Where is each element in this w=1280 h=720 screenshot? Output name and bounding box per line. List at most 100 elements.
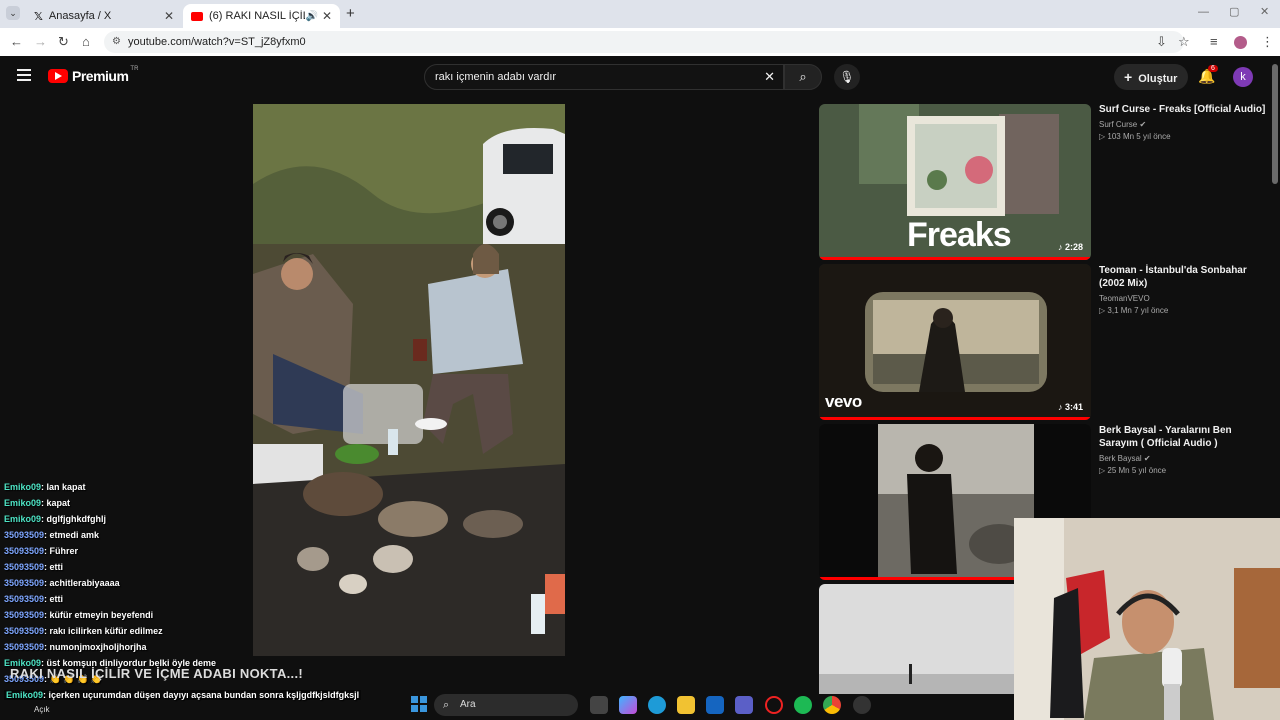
video-title[interactable]: Berk Baysal - Yaralarını Ben Sarayım ( O… <box>1099 424 1269 450</box>
chat-message: 35093509: Führer <box>4 546 79 556</box>
recommended-video-meta[interactable]: Teoman - İstanbul'da Sonbahar (2002 Mix)… <box>1099 264 1269 315</box>
hamburger-menu-icon[interactable] <box>17 69 31 81</box>
search-query: rakı içmenin adabı vardır <box>435 71 557 83</box>
taskbar-search[interactable]: ⌕ Ara <box>434 694 578 716</box>
notifications-button[interactable]: 🔔 6 <box>1198 65 1218 85</box>
stream-chat-overlay: Emiko09: lan kapat Emiko09: kapat Emiko0… <box>0 470 330 690</box>
close-icon[interactable]: ✕ <box>164 9 174 23</box>
chat-message: 35093509: achitlerabiyaaaa <box>4 578 120 588</box>
chat-message: Emiko09: dglfjghkdfghlj <box>4 514 107 524</box>
weather-label: Açık <box>34 705 50 714</box>
media-control-icon[interactable]: ≡ <box>1210 34 1218 49</box>
channel-name[interactable]: TeomanVEVO <box>1099 294 1269 303</box>
new-tab-button[interactable]: + <box>346 5 355 22</box>
page-scrollbar[interactable] <box>1272 64 1278 184</box>
recommended-thumbnail[interactable]: vevo ♪ 3:41 <box>819 264 1091 420</box>
chat-message: Emiko09: kapat <box>4 498 71 508</box>
outlook-icon[interactable] <box>706 696 724 714</box>
video-stats: ▷ 25 Mn 5 yıl önce <box>1099 466 1167 475</box>
voice-search-button[interactable]: 🎙 <box>834 64 860 90</box>
country-code: TR <box>130 66 139 72</box>
chat-message: 35093509: etti <box>4 562 64 572</box>
music-note-icon: ♪ <box>1057 402 1063 412</box>
url-field[interactable]: ⚙ youtube.com/watch?v=ST_jZ8yfxm0 <box>104 31 1184 53</box>
task-view-icon[interactable] <box>590 696 608 714</box>
forward-icon[interactable]: → <box>34 34 47 49</box>
tab-list-button[interactable]: ⌄ <box>6 6 20 20</box>
stream-caption: RAKI NASIL İÇİLİR VE İÇME ADABI NOKTA...… <box>10 666 304 681</box>
search-placeholder: Ara <box>460 699 476 710</box>
menu-kebab-icon[interactable]: ⋮ <box>1261 34 1274 50</box>
chat-message: 35093509: küfür etmeyin beyefendi <box>4 610 154 620</box>
back-icon[interactable]: ← <box>10 34 23 49</box>
youtube-play-icon <box>48 69 68 83</box>
chat-message: Emiko09: lan kapat <box>4 482 86 492</box>
clear-search-icon[interactable]: ✕ <box>764 65 775 89</box>
tab-x-home[interactable]: 𝕏 Anasayfa / X ✕ <box>26 4 182 28</box>
x-logo-icon: 𝕏 <box>34 10 43 23</box>
window-close-button[interactable]: ✕ <box>1260 5 1269 18</box>
play-icon: ▷ <box>1099 132 1106 141</box>
chrome-icon[interactable] <box>823 696 841 714</box>
tab-title: Anasayfa / X <box>48 10 112 22</box>
site-info-icon[interactable]: ⚙ <box>112 31 121 53</box>
vevo-logo: vevo <box>825 392 862 411</box>
video-duration: ♪ 2:28 <box>1057 242 1083 252</box>
create-button[interactable]: + Oluştur <box>1114 64 1188 90</box>
speaker-icon[interactable]: 🔊 <box>305 11 317 22</box>
youtube-logo[interactable]: Premium TR <box>48 66 139 84</box>
opera-icon[interactable] <box>765 696 783 714</box>
video-title[interactable]: Surf Curse - Freaks [Official Audio] <box>1099 103 1269 116</box>
chat-message: 35093509: rakı icilirken küfür edilmez <box>4 626 163 636</box>
video-stats: ▷ 3,1 Mn 7 yıl önce <box>1099 306 1169 315</box>
profile-avatar[interactable] <box>1234 36 1247 49</box>
verified-icon: ✔ <box>1143 454 1151 463</box>
chat-message: 35093509: etti <box>4 594 64 604</box>
video-duration: ♪ 3:41 <box>1057 402 1083 412</box>
watch-progress-bar <box>819 417 1091 420</box>
channel-name[interactable]: Surf Curse ✔ <box>1099 120 1269 129</box>
verified-icon: ✔ <box>1139 120 1147 129</box>
restore-button[interactable]: ▢ <box>1229 5 1239 18</box>
youtube-favicon-icon <box>191 11 203 21</box>
recommended-thumbnail[interactable]: Freaks ♪ 2:28 <box>819 104 1091 260</box>
close-icon[interactable]: ✕ <box>322 9 332 23</box>
browser-tabstrip: ⌄ 𝕏 Anasayfa / X ✕ (6) RAKI NASIL İÇİLİR… <box>0 0 1280 28</box>
youtube-header: Premium TR rakı içmenin adabı vardır ✕ ⌕… <box>0 56 1280 96</box>
notification-badge: 6 <box>1208 65 1218 72</box>
search-button[interactable]: ⌕ <box>784 64 822 90</box>
file-explorer-icon[interactable] <box>677 696 695 714</box>
account-avatar[interactable]: k <box>1233 67 1253 87</box>
video-stats: ▷ 103 Mn 5 yıl önce <box>1099 132 1171 141</box>
music-note-icon: ♪ <box>1057 242 1063 252</box>
watch-progress-bar <box>819 257 1091 260</box>
reload-icon[interactable]: ↻ <box>58 34 69 50</box>
chat-message: 35093509: numonjmoxjholjhorjha <box>4 642 147 652</box>
recommended-video-meta[interactable]: Berk Baysal - Yaralarını Ben Sarayım ( O… <box>1099 424 1269 475</box>
microphone-icon: 🎙 <box>839 70 855 84</box>
search-input[interactable]: rakı içmenin adabı vardır ✕ <box>424 64 784 90</box>
teams-icon[interactable] <box>735 696 753 714</box>
plus-icon: + <box>1124 69 1133 85</box>
weather-widget[interactable]: Açık <box>34 705 50 714</box>
tab-title: (6) RAKI NASIL İÇİLİR VE İÇ <box>209 10 305 22</box>
video-title[interactable]: Teoman - İstanbul'da Sonbahar (2002 Mix) <box>1099 264 1269 290</box>
address-toolbar: ← → ↻ ⌂ ⚙ youtube.com/watch?v=ST_jZ8yfxm… <box>0 28 1280 56</box>
search-icon: ⌕ <box>799 69 807 84</box>
spotify-icon[interactable] <box>794 696 812 714</box>
bookmark-star-icon[interactable]: ☆ <box>1178 34 1190 50</box>
play-icon: ▷ <box>1099 466 1106 475</box>
minimize-button[interactable]: — <box>1198 6 1209 18</box>
url-text: youtube.com/watch?v=ST_jZ8yfxm0 <box>128 36 306 48</box>
recording-app-icon[interactable] <box>853 696 871 714</box>
copilot-icon[interactable] <box>619 696 637 714</box>
recommended-video-meta[interactable]: Surf Curse - Freaks [Official Audio] Sur… <box>1099 103 1269 141</box>
start-button[interactable] <box>411 696 427 712</box>
search-icon: ⌕ <box>443 699 450 711</box>
tab-youtube-video[interactable]: (6) RAKI NASIL İÇİLİR VE İÇ 🔊 ✕ <box>183 4 340 28</box>
edge-icon[interactable] <box>648 696 666 714</box>
install-app-icon[interactable]: ⇩ <box>1156 34 1167 50</box>
home-icon[interactable]: ⌂ <box>82 34 90 49</box>
channel-name[interactable]: Berk Baysal ✔ <box>1099 454 1269 463</box>
logo-text: Premium <box>72 68 129 84</box>
